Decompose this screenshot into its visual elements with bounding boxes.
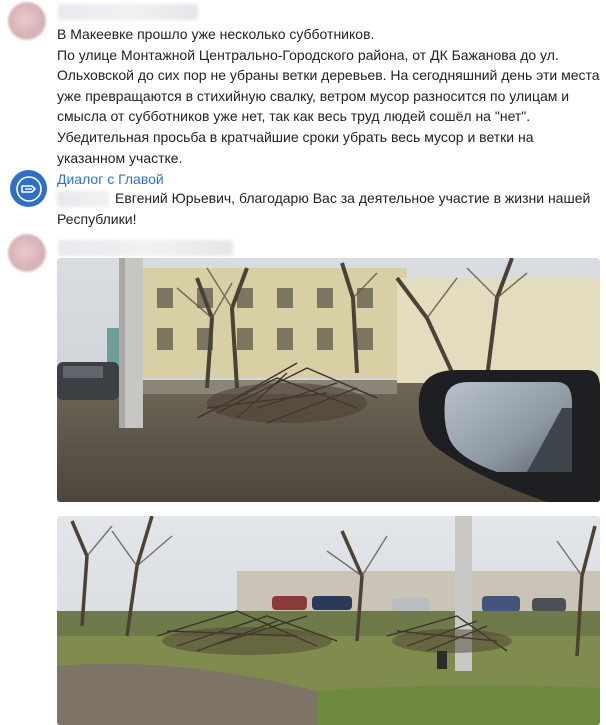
avatar[interactable]: [8, 234, 46, 272]
gov-avatar[interactable]: [10, 170, 47, 207]
photo-branches-pile-park-lot: [57, 516, 600, 725]
post-line: Убедительная просьба в кратчайшие сроки …: [57, 128, 534, 145]
post-line: смысла от субботников уже нет, так как в…: [57, 108, 531, 125]
reply-line: Евгений Юрьевич, благодарю Вас за деятел…: [115, 190, 591, 206]
attached-photo[interactable]: [57, 258, 600, 502]
reply-addressee-blurred: [57, 191, 109, 207]
post-line: уже превращаются в стихийную свалку, вет…: [57, 87, 570, 104]
post-text: В Макеевке прошло уже несколько субботни…: [57, 24, 600, 168]
dialog-logo-icon: [15, 175, 42, 202]
post-line: В Макеевке прошло уже несколько субботни…: [57, 26, 375, 42]
reply-author[interactable]: Диалог с Главой: [57, 171, 164, 187]
post-line: Ольховской до сих пор не убраны ветки де…: [57, 67, 600, 84]
reply-line: Республики!: [57, 211, 137, 227]
photo-branches-pile-with-car-mirror: [57, 258, 600, 502]
post-line: указанном участке.: [57, 149, 183, 166]
author-name-blurred: [58, 4, 198, 20]
post-line: По улице Монтажной Центрально-Городского…: [57, 46, 559, 63]
avatar[interactable]: [8, 2, 46, 40]
author-name-blurred: [58, 240, 233, 256]
attached-photo[interactable]: [57, 516, 600, 725]
